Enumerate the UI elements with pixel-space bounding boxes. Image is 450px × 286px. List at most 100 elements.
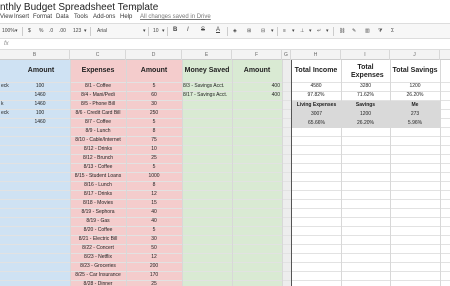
expense-item[interactable]: 8/28 - Dinner [70, 280, 126, 286]
menu-addons[interactable]: Add-ons [93, 14, 115, 20]
expenses-amount-header[interactable]: Amount [126, 60, 182, 82]
savings-item[interactable]: 8/3 - Savings Acct. [182, 82, 232, 91]
column-header-e[interactable]: E [182, 50, 232, 60]
expense-amount[interactable]: 5 [126, 118, 182, 127]
savings-amount[interactable]: 400 [232, 82, 282, 91]
expense-amount[interactable]: 5 [126, 82, 182, 91]
income-amount[interactable]: 100 [12, 82, 68, 91]
expense-item[interactable]: 8/17 - Drinks [70, 190, 126, 199]
number-format-select[interactable]: 123 [73, 28, 81, 34]
strikethrough-button[interactable]: S [201, 27, 205, 33]
expense-amount[interactable]: 5 [126, 226, 182, 235]
chevron-down-icon[interactable]: ▾ [309, 28, 312, 34]
function-icon[interactable]: Σ [391, 28, 394, 34]
chevron-down-icon[interactable]: ▾ [15, 28, 18, 34]
expense-item[interactable]: 8/12 - Drinks [70, 145, 126, 154]
expense-item[interactable]: 8/21 - Electric Bill [70, 235, 126, 244]
expense-item[interactable]: 8/4 - Mani/Pedi [70, 91, 126, 100]
expenses-header[interactable]: Expenses [70, 60, 126, 82]
chevron-down-icon[interactable]: ▾ [162, 28, 165, 34]
expense-item[interactable]: 8/22 - Concert [70, 244, 126, 253]
align-left-icon[interactable]: ≡ [283, 28, 286, 34]
total-expenses-value[interactable]: 3280 [341, 82, 390, 91]
expense-item[interactable]: 8/16 - Lunch [70, 181, 126, 190]
income-label[interactable] [0, 91, 12, 100]
expense-amount[interactable]: 60 [126, 91, 182, 100]
expense-amount[interactable]: 250 [126, 109, 182, 118]
column-header-i[interactable]: I [341, 50, 390, 60]
expense-amount[interactable]: 40 [126, 208, 182, 217]
column-header-c[interactable]: C [70, 50, 126, 60]
income-amount[interactable]: 1460 [12, 91, 68, 100]
filter-icon[interactable]: ⧩ [378, 28, 382, 34]
income-label[interactable]: k [0, 100, 12, 109]
expense-item[interactable]: 8/15 - Student Loans [70, 172, 126, 181]
vertical-align-icon[interactable]: ⊥ [300, 28, 304, 34]
savings-amount-header[interactable]: Amount [232, 60, 282, 82]
expense-item[interactable]: 8/25 - Car Insurance [70, 271, 126, 280]
expense-item[interactable]: 8/10 - Cable/Internet [70, 136, 126, 145]
text-wrap-icon[interactable]: ↵ [317, 28, 321, 34]
merge-cells-icon[interactable]: ⊟ [261, 28, 265, 34]
currency-format-button[interactable]: $ [28, 28, 31, 34]
expense-amount[interactable]: 12 [126, 253, 182, 262]
me-sub-percent[interactable]: 5.96% [390, 119, 440, 128]
expense-item[interactable]: 8/20 - Coffee [70, 226, 126, 235]
expense-amount[interactable]: 75 [126, 136, 182, 145]
expense-item[interactable]: 8/6 - Credit Card Bill [70, 109, 126, 118]
decrease-decimals-button[interactable]: .0 [49, 28, 53, 34]
living-expenses-header[interactable]: Living Expenses [292, 101, 341, 110]
expense-item[interactable]: 8/7 - Coffee [70, 118, 126, 127]
chevron-down-icon[interactable]: ▾ [143, 28, 146, 34]
fill-color-icon[interactable]: ◈ [233, 28, 237, 34]
column-header-d[interactable]: D [126, 50, 182, 60]
income-amount[interactable]: 1460 [12, 118, 68, 127]
zoom-select[interactable]: 100% [2, 28, 15, 34]
expense-item[interactable]: 8/23 - Groceries [70, 262, 126, 271]
expense-item[interactable]: 8/19 - Sephora [70, 208, 126, 217]
savings-sub-header[interactable]: Savings [341, 101, 390, 110]
expense-amount[interactable]: 5 [126, 163, 182, 172]
savings-sub-percent[interactable]: 26.20% [341, 119, 390, 128]
savings-item[interactable]: 8/17 - Savings Acct. [182, 91, 232, 100]
chart-icon[interactable]: ▥ [365, 28, 370, 34]
expense-item[interactable]: 8/19 - Gas [70, 217, 126, 226]
menu-data[interactable]: Data [56, 14, 69, 20]
income-label[interactable]: eck [0, 82, 12, 91]
column-header-h[interactable]: H [291, 50, 341, 60]
borders-icon[interactable]: ⊞ [247, 28, 251, 34]
expense-amount[interactable]: 25 [126, 280, 182, 286]
chevron-down-icon[interactable]: ▾ [326, 28, 329, 34]
spreadsheet-grid[interactable]: B C D E F G H I J Amount Expenses Amount… [0, 50, 450, 286]
expense-amount[interactable]: 1000 [126, 172, 182, 181]
living-expenses-value[interactable]: 3007 [292, 110, 341, 119]
expense-amount[interactable]: 15 [126, 199, 182, 208]
total-savings-percent[interactable]: 26.20% [390, 91, 440, 100]
folder-icon[interactable]: ▭ [133, 2, 141, 11]
expense-amount[interactable]: 30 [126, 100, 182, 109]
total-income-percent[interactable]: 97.82% [291, 91, 341, 100]
expense-item[interactable]: 8/18 - Movies [70, 199, 126, 208]
chevron-down-icon[interactable]: ▾ [271, 28, 274, 34]
total-expenses-percent[interactable]: 71.62% [341, 91, 390, 100]
living-expenses-percent[interactable]: 65.66% [292, 119, 341, 128]
expense-amount[interactable]: 10 [126, 145, 182, 154]
total-expenses-header[interactable]: Total Expenses [341, 60, 390, 82]
column-header-g[interactable]: G [282, 50, 291, 60]
chevron-down-icon[interactable]: ▾ [84, 28, 87, 34]
total-savings-value[interactable]: 1200 [390, 82, 440, 91]
total-income-value[interactable]: 4580 [291, 82, 341, 91]
total-income-header[interactable]: Total Income [291, 60, 341, 82]
percent-format-button[interactable]: % [39, 28, 43, 34]
expense-item[interactable]: 8/5 - Phone Bill [70, 100, 126, 109]
savings-sub-value[interactable]: 1200 [341, 110, 390, 119]
expense-item[interactable]: 8/1 - Coffee [70, 82, 126, 91]
saved-status[interactable]: All changes saved in Drive [140, 14, 211, 20]
expense-item[interactable]: 8/23 - Netflix [70, 253, 126, 262]
expense-amount[interactable]: 8 [126, 127, 182, 136]
expense-item[interactable]: 8/13 - Coffee [70, 163, 126, 172]
me-sub-value[interactable]: 273 [390, 110, 440, 119]
income-label[interactable]: eck [0, 109, 12, 118]
expense-amount[interactable]: 8 [126, 181, 182, 190]
comment-icon[interactable]: ✎ [352, 28, 356, 34]
